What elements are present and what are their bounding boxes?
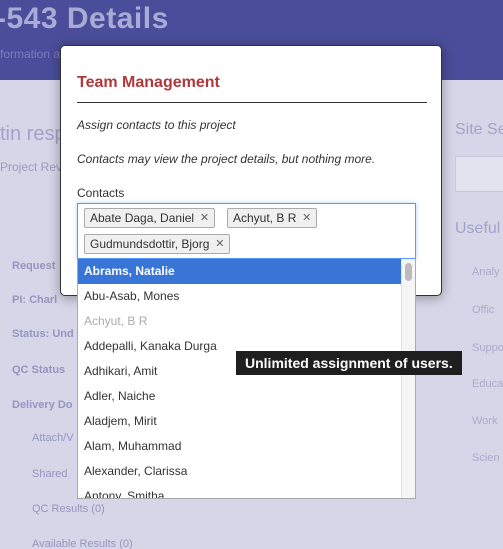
contact-chip-label: Abate Daga, Daniel [90, 211, 195, 225]
remove-chip-icon[interactable]: ✕ [200, 209, 209, 227]
request-label: Request [12, 260, 56, 272]
modal-title: Team Management [77, 74, 220, 91]
site-search-heading: Site Sea [455, 121, 503, 138]
contacts-multiselect[interactable]: Abate Daga, Daniel ✕ Achyut, B R ✕ Gudmu… [77, 203, 416, 259]
contact-chip-label: Achyut, B R [233, 211, 297, 225]
dropdown-option[interactable]: Aladjem, Mirit [78, 409, 402, 434]
useful-link-item[interactable]: Offic [472, 304, 494, 316]
contact-chip: Gudmundsdottir, Bjorg ✕ [84, 234, 231, 254]
dropdown-option[interactable]: Adler, Naiche [78, 384, 402, 409]
dropdown-option[interactable]: Antony, Smitha [78, 484, 402, 498]
contact-chip: Achyut, B R ✕ [227, 208, 318, 228]
contact-chip: Abate Daga, Daniel ✕ [84, 208, 216, 228]
contact-chip-label: Gudmundsdottir, Bjorg [90, 237, 210, 251]
available-results-link[interactable]: Available Results (0) [32, 538, 133, 549]
useful-link-item[interactable]: Scien [472, 452, 500, 464]
contacts-dropdown: Abrams, Natalie Abu-Asab, Mones Achyut, … [77, 259, 416, 499]
contacts-label: Contacts [77, 186, 125, 200]
remove-chip-icon[interactable]: ✕ [215, 235, 224, 253]
status-label: Status: Und [12, 328, 74, 340]
attach-link[interactable]: Attach/V [32, 432, 74, 444]
qc-status-label: QC Status [12, 364, 66, 376]
dropdown-option[interactable]: Abu-Asab, Mones [78, 284, 402, 309]
dropdown-option[interactable]: Alexander, Clarissa [78, 459, 402, 484]
qc-results-link[interactable]: QC Results (0) [32, 503, 105, 515]
scrollbar-thumb[interactable] [405, 263, 412, 281]
useful-links-heading: Useful li [455, 220, 503, 237]
delivery-label: Delivery Do [12, 399, 73, 411]
dropdown-option: Achyut, B R [84, 314, 148, 328]
useful-link-item[interactable]: Work [472, 415, 497, 427]
pi-label: PI: Charl [12, 294, 58, 306]
page-title: -543 Details [0, 2, 169, 35]
modal-note: Contacts may view the project details, b… [77, 152, 376, 166]
useful-link-item[interactable]: Suppo [472, 342, 503, 354]
modal-description: Assign contacts to this project [77, 118, 236, 132]
modal-divider [77, 102, 427, 103]
dropdown-option[interactable]: Abrams, Natalie [78, 259, 402, 284]
remove-chip-icon[interactable]: ✕ [302, 209, 311, 227]
feature-callout: Unlimited assignment of users. [236, 351, 462, 375]
dropdown-scrollbar[interactable] [401, 259, 415, 498]
shared-link[interactable]: Shared [32, 468, 67, 480]
useful-link-item[interactable]: Educa [472, 378, 503, 390]
useful-link-item[interactable]: Analy [472, 266, 500, 278]
dropdown-option[interactable]: Alam, Muhammad [78, 434, 402, 459]
site-search-input[interactable] [455, 156, 503, 192]
